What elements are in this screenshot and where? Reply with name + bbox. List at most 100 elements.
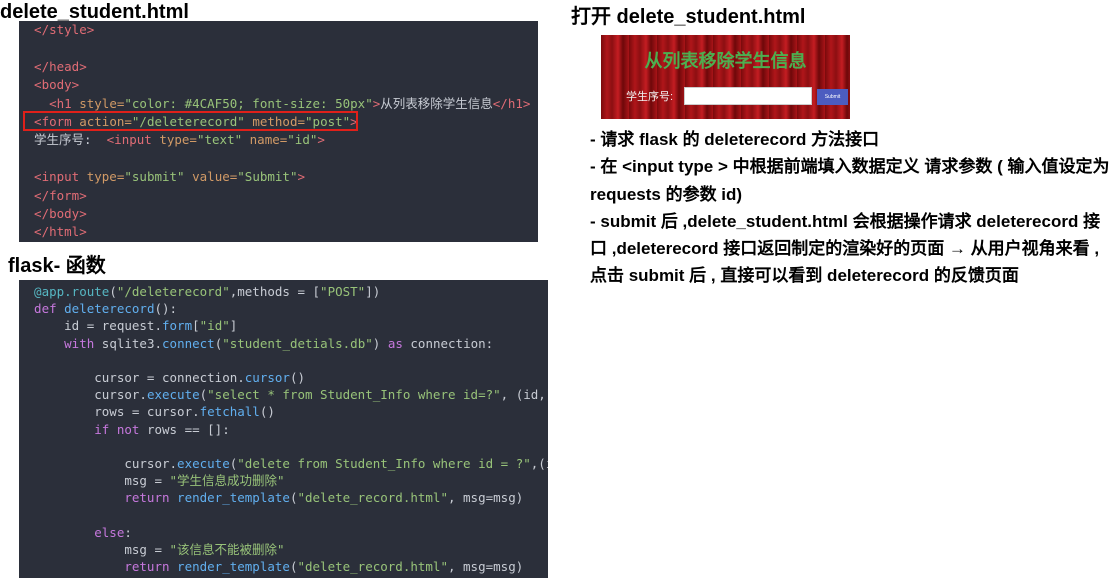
code-token: id = request. <box>19 318 162 334</box>
code-line: </html> <box>19 223 87 240</box>
code-token: "id" <box>287 132 318 148</box>
code-token: "delete_record.html" <box>297 490 448 506</box>
code-line: msg = "学生信息成功删除" <box>19 472 284 489</box>
code-token: connection: <box>402 335 494 351</box>
code-token: with <box>19 335 102 351</box>
code-line: <h1 style="color: #4CAF50; font-size: 50… <box>19 95 530 112</box>
preview-id-label: 学生序号: <box>626 91 674 103</box>
code-token: msg = <box>19 473 170 489</box>
code-line: cursor.execute("delete from Student_Info… <box>19 455 548 472</box>
code-token: sqlite3. <box>101 335 163 351</box>
code-line: <input type="submit" value="Submit"> <box>19 168 305 185</box>
code-token: form <box>162 318 193 334</box>
code-token: name= <box>242 132 288 148</box>
code-token: <input <box>19 169 87 185</box>
code-token: "select * from Student_Info where id=?" <box>207 387 501 403</box>
code-token: </style> <box>19 22 95 37</box>
code-token: else <box>19 524 125 540</box>
code-token: "该信息不能被删除" <box>169 542 285 557</box>
code-token: style= <box>79 95 125 111</box>
code-line: return render_template("delete_record.ht… <box>19 558 523 575</box>
code-token: rows == []: <box>146 421 230 437</box>
explanation-notes: - 请求 flask 的 deleterecord 方法接口 - 在 <inpu… <box>590 126 1112 290</box>
code-line: <body> <box>19 76 79 93</box>
code-token: 从列表移除学生信息 <box>380 95 493 111</box>
code-token: </form> <box>19 187 87 203</box>
code-token: return <box>19 490 178 506</box>
code-token: ] <box>229 318 238 334</box>
code-token: [ <box>192 318 200 334</box>
code-token: deleterecord <box>64 301 155 317</box>
preview-id-input[interactable] <box>684 87 812 105</box>
code-token: > <box>297 169 306 185</box>
code-token: "delete_record.html" <box>297 559 448 575</box>
code-token: execute <box>177 456 230 471</box>
delete-student-page-preview: 从列表移除学生信息 学生序号: Submit <box>601 35 850 119</box>
open-file-title: 打开 delete_student.html <box>571 6 806 28</box>
code-token: ( <box>109 284 117 299</box>
flask-function-title: flask- 函数 <box>8 255 106 277</box>
code-token: </h1> <box>492 95 531 111</box>
code-line: with sqlite3.connect("student_detials.db… <box>19 335 493 352</box>
code-token: "Submit" <box>237 169 298 185</box>
code-line: msg = "该信息不能被删除" <box>19 541 285 558</box>
code-token: </html> <box>19 224 87 240</box>
code-token: "id" <box>199 318 230 334</box>
code-token: , msg=msg) <box>447 559 524 575</box>
code-line: </form> <box>19 187 87 204</box>
code-line: @app.route("/deleterecord",methods = ["P… <box>19 283 380 300</box>
code-token: "student_detials.db" <box>222 335 373 351</box>
code-token: rows = cursor. <box>19 404 200 420</box>
code-token: <body> <box>19 77 80 93</box>
html-code-panel: </style> </head> <body> <h1 style="color… <box>19 21 538 242</box>
code-token: 学生序号: <box>19 132 107 148</box>
preview-submit-button[interactable]: Submit <box>817 89 848 105</box>
code-token: "POST" <box>320 284 366 299</box>
code-token: cursor. <box>19 387 147 403</box>
code-line: else: <box>19 524 132 541</box>
code-token: ,methods = [ <box>229 284 321 299</box>
code-token: : <box>124 524 132 540</box>
code-line: </body> <box>19 205 87 222</box>
note-input-param: - 在 <input type > 中根据前端填入数据定义 请求参数 ( 输入值… <box>590 157 1110 204</box>
code-token: type= <box>86 169 125 185</box>
code-token: "delete from Student_Info where id = ?" <box>237 456 531 471</box>
code-token: value= <box>184 169 238 185</box>
code-token: </body> <box>19 206 87 221</box>
code-token: if not <box>19 421 147 437</box>
code-line: rows = cursor.fetchall() <box>19 403 275 420</box>
note-submit-flow: - submit 后 ,delete_student.html 会根据操作请求 … <box>590 211 1101 286</box>
code-line: </style> <box>19 21 94 38</box>
code-token: @app.route <box>19 284 110 299</box>
code-line: 学生序号: <input type="text" name="id"> <box>19 131 325 148</box>
code-token: "submit" <box>124 169 185 185</box>
code-line: id = request.form["id"] <box>19 317 237 334</box>
code-token: <h1 <box>19 95 80 111</box>
code-token: connect <box>162 335 215 351</box>
code-token: render_template <box>177 490 290 506</box>
flask-code-panel: @app.route("/deleterecord",methods = ["P… <box>19 280 548 578</box>
code-token: ) <box>372 335 388 351</box>
code-token: <input <box>106 132 160 148</box>
preview-heading: 从列表移除学生信息 <box>644 51 807 71</box>
code-line: </head> <box>19 58 87 75</box>
code-token: () <box>259 404 275 420</box>
code-token: return <box>19 559 178 575</box>
code-token: , (id,)) <box>500 387 548 403</box>
code-line: if not rows == []: <box>19 421 230 438</box>
code-token: type= <box>159 132 197 148</box>
code-token: cursor = connection. <box>19 370 245 385</box>
code-token: ]) <box>365 284 381 299</box>
code-line: def deleterecord(): <box>19 300 177 317</box>
code-token: execute <box>146 387 200 403</box>
code-token: (): <box>154 301 178 317</box>
code-token: cursor. <box>19 456 178 471</box>
code-token: "color: #4CAF50; font-size: 50px" <box>124 95 373 111</box>
code-token: "/deleterecord" <box>116 284 230 299</box>
code-token: fetchall <box>199 404 260 420</box>
code-token: () <box>289 370 305 385</box>
code-token: as <box>387 335 403 351</box>
note-request: - 请求 flask 的 deleterecord 方法接口 <box>590 130 880 149</box>
code-token: msg = <box>19 542 170 557</box>
code-token: render_template <box>177 559 290 575</box>
